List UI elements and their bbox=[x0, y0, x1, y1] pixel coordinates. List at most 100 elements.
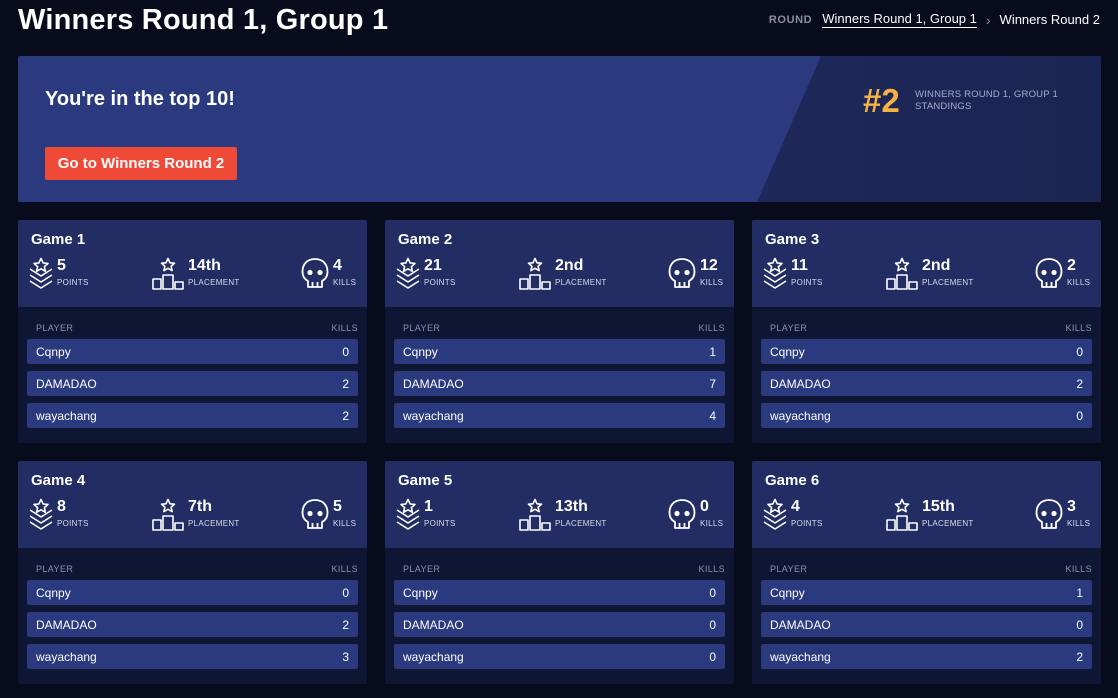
game-summary: Game 6 4 POINTS 15th PLACEMENT 3 KILLS bbox=[752, 461, 1101, 548]
game-title: Game 1 bbox=[31, 231, 86, 248]
kills-value: 4 bbox=[333, 257, 342, 274]
placement-value: 15th bbox=[922, 498, 955, 515]
player-row[interactable]: Cqnpy 0 bbox=[394, 580, 725, 605]
player-kills: 2 bbox=[1076, 649, 1083, 664]
player-name: DAMADAO bbox=[770, 617, 831, 632]
points-stat: 8 POINTS bbox=[28, 498, 89, 532]
top-ten-banner: You're in the top 10! Go to Winners Roun… bbox=[18, 56, 1101, 202]
player-name: Cqnpy bbox=[36, 585, 71, 600]
kills-stat: 12 KILLS bbox=[667, 257, 723, 291]
player-row[interactable]: Cqnpy 0 bbox=[761, 339, 1092, 364]
points-value: 4 bbox=[791, 498, 800, 515]
placement-stat: 7th PLACEMENT bbox=[151, 498, 240, 532]
player-column-header: PLAYER bbox=[403, 323, 441, 333]
game-card-1: Game 1 5 POINTS 14th PLACEMENT 4 KILLS P… bbox=[18, 220, 367, 443]
placement-value: 14th bbox=[188, 257, 221, 274]
kills-stat: 0 KILLS bbox=[667, 498, 723, 532]
podium-icon bbox=[152, 498, 184, 531]
player-kills: 0 bbox=[342, 585, 349, 600]
skull-icon bbox=[301, 499, 329, 529]
player-name: DAMADAO bbox=[36, 617, 97, 632]
player-row[interactable]: Cqnpy 0 bbox=[27, 580, 358, 605]
player-row[interactable]: wayachang 0 bbox=[761, 403, 1092, 428]
chevron-star-icon bbox=[396, 498, 420, 530]
skull-icon bbox=[1035, 258, 1063, 288]
player-kills: 2 bbox=[342, 617, 349, 632]
player-list: Cqnpy 1 DAMADAO 0 wayachang 2 bbox=[752, 580, 1101, 669]
kills-column-header: KILLS bbox=[331, 564, 358, 574]
game-title: Game 6 bbox=[765, 472, 820, 489]
player-table-header: PLAYER KILLS bbox=[18, 307, 367, 339]
game-summary: Game 3 11 POINTS 2nd PLACEMENT 2 KILLS bbox=[752, 220, 1101, 307]
player-row[interactable]: wayachang 2 bbox=[27, 403, 358, 428]
kills-label: KILLS bbox=[1067, 278, 1091, 287]
breadcrumb: ROUND Winners Round 1, Group 1 › Winners… bbox=[769, 11, 1100, 28]
player-kills: 0 bbox=[709, 617, 716, 632]
player-row[interactable]: wayachang 4 bbox=[394, 403, 725, 428]
breadcrumb-next-round-link[interactable]: Winners Round 2 bbox=[1000, 12, 1100, 27]
podium-icon bbox=[519, 498, 551, 531]
placement-stat: 14th PLACEMENT bbox=[151, 257, 240, 291]
placement-label: PLACEMENT bbox=[922, 519, 974, 528]
player-row[interactable]: DAMADAO 7 bbox=[394, 371, 725, 396]
kills-stat: 3 KILLS bbox=[1034, 498, 1090, 532]
player-row[interactable]: wayachang 2 bbox=[761, 644, 1092, 669]
breadcrumb-label: ROUND bbox=[768, 13, 813, 26]
player-row[interactable]: DAMADAO 0 bbox=[394, 612, 725, 637]
player-name: DAMADAO bbox=[403, 376, 464, 391]
player-kills: 0 bbox=[1076, 617, 1083, 632]
points-stat: 11 POINTS bbox=[762, 257, 823, 291]
player-kills: 0 bbox=[1076, 408, 1083, 423]
kills-label: KILLS bbox=[333, 519, 357, 528]
player-row[interactable]: wayachang 0 bbox=[394, 644, 725, 669]
player-name: DAMADAO bbox=[403, 617, 464, 632]
podium-icon bbox=[886, 257, 918, 290]
points-value: 8 bbox=[57, 498, 66, 515]
kills-column-header: KILLS bbox=[698, 564, 725, 574]
player-row[interactable]: DAMADAO 2 bbox=[27, 371, 358, 396]
points-value: 1 bbox=[424, 498, 433, 515]
points-label: POINTS bbox=[424, 278, 456, 287]
placement-stat: 2nd PLACEMENT bbox=[518, 257, 607, 291]
standing-rank: #2 bbox=[863, 82, 900, 119]
player-name: DAMADAO bbox=[770, 376, 831, 391]
player-column-header: PLAYER bbox=[36, 564, 74, 574]
player-row[interactable]: Cqnpy 0 bbox=[27, 339, 358, 364]
player-kills: 1 bbox=[709, 344, 716, 359]
player-row[interactable]: Cqnpy 1 bbox=[761, 580, 1092, 605]
go-to-next-round-button[interactable]: Go to Winners Round 2 bbox=[45, 147, 237, 180]
player-kills: 4 bbox=[709, 408, 716, 423]
player-column-header: PLAYER bbox=[403, 564, 441, 574]
player-list: Cqnpy 0 DAMADAO 2 wayachang 0 bbox=[752, 339, 1101, 428]
player-row[interactable]: Cqnpy 1 bbox=[394, 339, 725, 364]
placement-value: 2nd bbox=[922, 257, 951, 274]
player-name: wayachang bbox=[770, 408, 831, 423]
podium-icon bbox=[152, 257, 184, 290]
player-list: Cqnpy 1 DAMADAO 7 wayachang 4 bbox=[385, 339, 734, 428]
player-table-header: PLAYER KILLS bbox=[18, 548, 367, 580]
player-row[interactable]: DAMADAO 2 bbox=[761, 371, 1092, 396]
player-row[interactable]: DAMADAO 2 bbox=[27, 612, 358, 637]
player-table-header: PLAYER KILLS bbox=[752, 307, 1101, 339]
banner-title: You're in the top 10! bbox=[45, 88, 235, 110]
breadcrumb-current-round-link[interactable]: Winners Round 1, Group 1 bbox=[822, 11, 977, 28]
podium-icon bbox=[886, 498, 918, 531]
game-title: Game 5 bbox=[398, 472, 453, 489]
chevron-star-icon bbox=[29, 257, 53, 289]
player-name: Cqnpy bbox=[403, 344, 438, 359]
player-kills: 2 bbox=[342, 376, 349, 391]
points-label: POINTS bbox=[57, 519, 89, 528]
points-stat: 5 POINTS bbox=[28, 257, 89, 291]
game-card-3: Game 3 11 POINTS 2nd PLACEMENT 2 KILLS P… bbox=[752, 220, 1101, 443]
game-card-5: Game 5 1 POINTS 13th PLACEMENT 0 KILLS P… bbox=[385, 461, 734, 684]
skull-icon bbox=[1035, 499, 1063, 529]
player-name: wayachang bbox=[403, 408, 464, 423]
player-list: Cqnpy 0 DAMADAO 2 wayachang 3 bbox=[18, 580, 367, 669]
player-table-header: PLAYER KILLS bbox=[752, 548, 1101, 580]
games-grid: Game 1 5 POINTS 14th PLACEMENT 4 KILLS P… bbox=[18, 220, 1101, 684]
player-row[interactable]: DAMADAO 0 bbox=[761, 612, 1092, 637]
player-column-header: PLAYER bbox=[770, 564, 808, 574]
kills-column-header: KILLS bbox=[331, 323, 358, 333]
player-row[interactable]: wayachang 3 bbox=[27, 644, 358, 669]
game-summary: Game 4 8 POINTS 7th PLACEMENT 5 KILLS bbox=[18, 461, 367, 548]
